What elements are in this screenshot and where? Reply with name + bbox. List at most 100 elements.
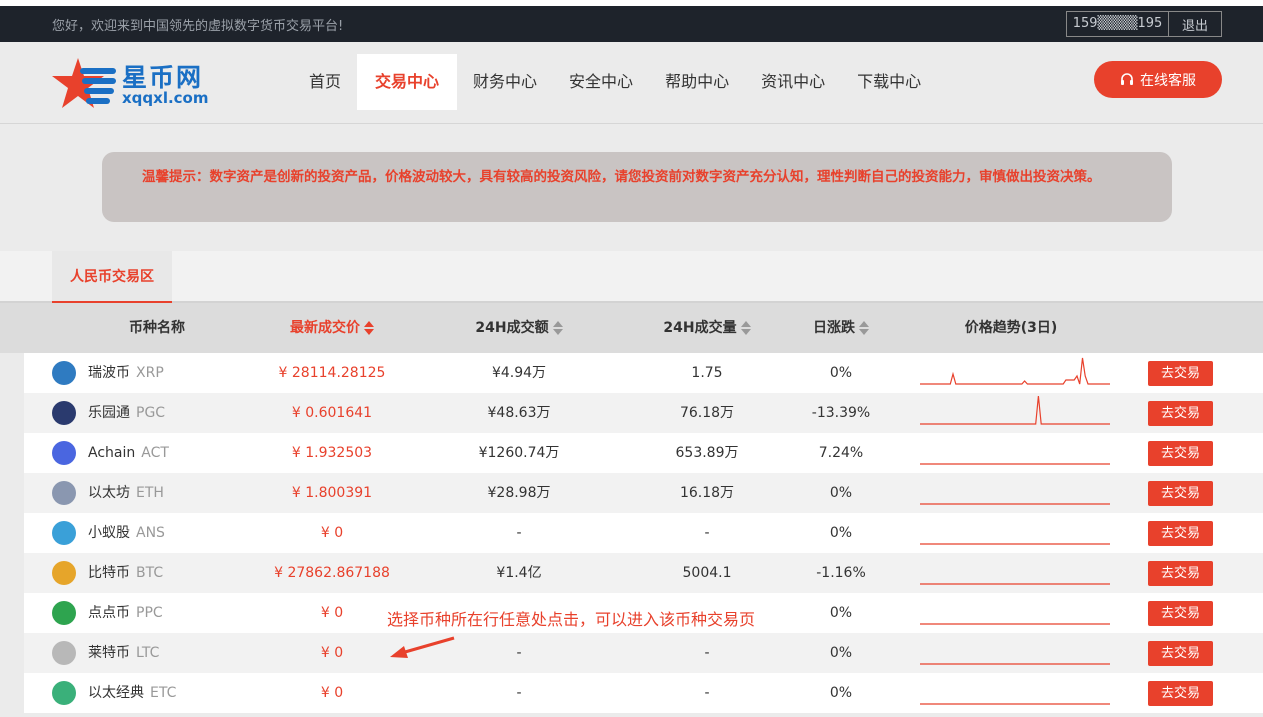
table-row[interactable]: 以太经典 ETC ¥ 0 - - 0% 去交易 xyxy=(24,673,1263,713)
trade-button[interactable]: 去交易 xyxy=(1148,641,1213,666)
price-trend-sparkline xyxy=(920,633,1112,673)
daily-change-cell: 0% xyxy=(829,365,853,381)
coin-code: XRP xyxy=(136,365,164,381)
header-24h-amount-label: 24H成交额 xyxy=(475,320,549,336)
nav-finance-center[interactable]: 财务中心 xyxy=(457,54,553,110)
daily-change-cell: 0% xyxy=(829,605,853,621)
price-trend-sparkline xyxy=(920,433,1112,473)
24h-amount-cell: ¥48.63万 xyxy=(487,405,551,421)
etc-icon xyxy=(52,681,76,705)
achain-icon xyxy=(52,441,76,465)
sort-arrows-icon xyxy=(552,321,563,335)
24h-amount-cell: ¥4.94万 xyxy=(491,365,547,381)
header-daily-change[interactable]: 日涨跌 xyxy=(781,303,901,353)
sort-arrows-icon xyxy=(859,321,869,335)
24h-volume-cell: 653.89万 xyxy=(675,445,739,461)
header: 星币网 xqqxl.com 首页 交易中心 财务中心 安全中心 帮助中心 资讯中… xyxy=(0,42,1263,124)
risk-notice: 温馨提示：数字资产是创新的投资产品，价格波动较大，具有较高的投资风险，请您投资前… xyxy=(102,152,1172,222)
table-row[interactable]: 莱特币 LTC ¥ 0- -0% 去交易 xyxy=(24,633,1263,673)
price-trend-sparkline xyxy=(920,473,1112,513)
latest-price-cell: ¥ 1.932503 xyxy=(291,445,373,461)
daily-change-cell: 7.24% xyxy=(818,445,864,461)
24h-volume-cell: - xyxy=(704,525,710,541)
latest-price-cell: ¥ 1.800391 xyxy=(291,485,373,501)
top-bar: 您好，欢迎来到中国领先的虚拟数字货币交易平台! 159▒▒▒▒195 退出 xyxy=(0,0,1263,42)
welcome-text: 您好，欢迎来到中国领先的虚拟数字货币交易平台! xyxy=(52,19,344,34)
coin-name-cell: 比特币 BTC xyxy=(52,553,252,593)
header-24h-volume-label: 24H成交量 xyxy=(663,320,737,336)
coin-name-cell: 瑞波币 XRP xyxy=(52,353,252,393)
coin-name: 比特币 xyxy=(88,565,130,581)
price-trend-sparkline xyxy=(920,513,1112,553)
price-trend-sparkline xyxy=(920,393,1112,433)
ppc-icon xyxy=(52,601,76,625)
daily-change-cell: -13.39% xyxy=(811,405,871,421)
sort-arrows-icon xyxy=(364,321,374,335)
price-trend-sparkline xyxy=(920,673,1112,713)
headset-icon xyxy=(1121,72,1133,85)
nav-download-center[interactable]: 下载中心 xyxy=(841,54,937,110)
table-row[interactable]: 比特币 BTC ¥ 27862.867188 ¥1.4亿 5004.1 -1.16% 去交易 xyxy=(24,553,1263,593)
trade-button[interactable]: 去交易 xyxy=(1148,481,1213,506)
24h-amount-cell: - xyxy=(516,645,522,661)
price-trend-sparkline xyxy=(920,353,1112,393)
logout-button[interactable]: 退出 xyxy=(1169,15,1221,34)
24h-volume-cell: 16.18万 xyxy=(679,485,735,501)
header-coin-name: 币种名称 xyxy=(129,320,185,336)
24h-amount-cell: ¥1.4亿 xyxy=(496,565,542,581)
table-row[interactable]: 以太坊 ETH ¥ 1.800391 ¥28.98万 16.18万 0% 去交易 xyxy=(24,473,1263,513)
tab-rmb-market[interactable]: 人民币交易区 xyxy=(52,251,172,303)
site-logo[interactable]: 星币网 xqqxl.com xyxy=(52,56,222,110)
nav-help-center[interactable]: 帮助中心 xyxy=(649,54,745,110)
trade-button[interactable]: 去交易 xyxy=(1148,521,1213,546)
table-row[interactable]: 瑞波币 XRP ¥ 28114.28125 ¥4.94万 1.75 0% 去交易 xyxy=(24,353,1263,393)
table-row[interactable]: 小蚁股 ANS ¥ 0 - - 0% 去交易 xyxy=(24,513,1263,553)
coin-name: Achain xyxy=(88,445,136,461)
24h-amount-cell: - xyxy=(516,685,522,701)
coin-name-cell: 点点币 PPC xyxy=(52,593,252,633)
trade-button[interactable]: 去交易 xyxy=(1148,401,1213,426)
trade-button[interactable]: 去交易 xyxy=(1148,441,1213,466)
coin-name: 瑞波币 xyxy=(88,365,130,381)
sort-arrows-icon xyxy=(740,321,751,335)
nav-home[interactable]: 首页 xyxy=(293,54,357,110)
24h-volume-cell: 5004.1 xyxy=(682,565,732,581)
header-24h-amount[interactable]: 24H成交额 xyxy=(444,303,594,353)
table-row[interactable]: Achain ACT ¥ 1.932503 ¥1260.74万 653.89万 7.24%… xyxy=(24,433,1263,473)
nav-trading-center[interactable]: 交易中心 xyxy=(357,54,458,110)
24h-volume-cell: - xyxy=(704,685,710,701)
24h-amount-cell: ¥28.98万 xyxy=(487,485,551,501)
market-table-body: 瑞波币 XRP ¥ 28114.28125 ¥4.94万 1.75 0% 去交易 乐园通 PGC… xyxy=(24,353,1263,713)
market-tabs: 人民币交易区 xyxy=(0,251,1263,303)
trade-button[interactable]: 去交易 xyxy=(1148,361,1213,386)
coin-name: 小蚁股 xyxy=(88,525,130,541)
coin-name: 以太坊 xyxy=(88,485,130,501)
coin-code: LTC xyxy=(136,645,160,661)
eth-icon xyxy=(52,481,76,505)
header-daily-change-label: 日涨跌 xyxy=(813,320,855,336)
coin-code: BTC xyxy=(136,565,164,581)
24h-volume-cell: - xyxy=(704,645,710,661)
ans-icon xyxy=(52,521,76,545)
online-service-label: 在线客服 xyxy=(1140,72,1196,89)
price-trend-sparkline xyxy=(920,553,1112,593)
trade-button[interactable]: 去交易 xyxy=(1148,601,1213,626)
trade-button[interactable]: 去交易 xyxy=(1148,561,1213,586)
trade-button[interactable]: 去交易 xyxy=(1148,681,1213,706)
latest-price-cell: ¥ 28114.28125 xyxy=(278,365,386,381)
24h-amount-cell: ¥1260.74万 xyxy=(478,445,560,461)
table-row[interactable]: 乐园通 PGC ¥ 0.601641 ¥48.63万 76.18万 -13.39% 去交易 xyxy=(24,393,1263,433)
nav-news-center[interactable]: 资讯中心 xyxy=(745,54,841,110)
header-latest-price[interactable]: 最新成交价 xyxy=(252,303,412,353)
coin-code: ETH xyxy=(136,485,164,501)
header-24h-volume[interactable]: 24H成交量 xyxy=(632,303,782,353)
daily-change-cell: 0% xyxy=(829,645,853,661)
latest-price-cell: ¥ 0 xyxy=(320,685,344,701)
online-service-button[interactable]: 在线客服 xyxy=(1094,61,1222,98)
nav-security-center[interactable]: 安全中心 xyxy=(553,54,649,110)
coin-name-cell: 以太经典 ETC xyxy=(52,673,252,713)
coin-name-cell: 乐园通 PGC xyxy=(52,393,252,433)
coin-name: 点点币 xyxy=(88,605,130,621)
account-phone[interactable]: 159▒▒▒▒195 xyxy=(1067,12,1169,36)
latest-price-cell: ¥ 27862.867188 xyxy=(274,565,390,581)
